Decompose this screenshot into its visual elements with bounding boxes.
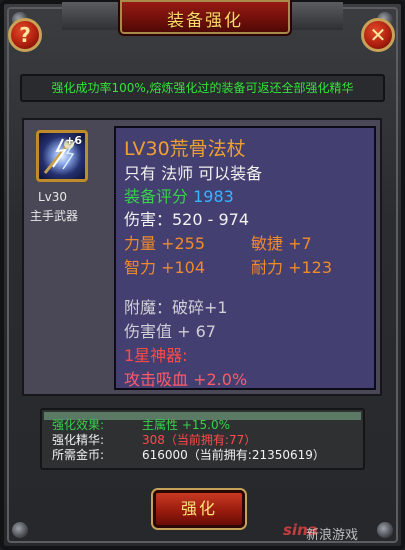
enhance-button[interactable]: 强化 (153, 490, 245, 528)
help-button[interactable]: ? (8, 18, 42, 52)
title-wing-right (283, 2, 343, 30)
item-slot-type: 主手武器 (30, 209, 79, 223)
close-icon: ✕ (369, 23, 387, 47)
damage-bonus: 伤害值 + 67 (124, 322, 216, 341)
enhance-stats-panel: 强化效果: 主属性 +15.0% 强化精华: 308（当前拥有:77） 所需金币… (40, 408, 365, 470)
enhance-level-badge: +6 (65, 134, 82, 147)
gold-label: 所需金币: (52, 448, 105, 462)
attr-stamina: 耐力 +123 (251, 258, 333, 277)
corner-stud (12, 522, 28, 538)
item-score: 装备评分 1983 (124, 183, 234, 207)
question-icon: ? (19, 23, 31, 47)
attr-agility: 敏捷 +7 (251, 234, 312, 253)
title-wing-left (62, 2, 122, 30)
title-banner: 装备强化 (118, 0, 292, 36)
enhance-button-label: 强化 (180, 499, 217, 518)
watermark-text: 新浪游戏 (306, 528, 359, 543)
item-info-box: LV30荒骨法杖 只有 法师 可以装备 装备评分 1983 伤害：520 - 9… (114, 126, 376, 390)
item-name: LV30荒骨法杖 (124, 138, 246, 160)
notice-text: 强化成功率100%,熔炼强化过的装备可返还全部强化精华 (51, 81, 354, 95)
score-label: 装备评分 (124, 187, 189, 206)
item-level: Lv30 (38, 190, 68, 204)
score-value: 1983 (193, 187, 234, 206)
window-title: 装备强化 (167, 11, 243, 31)
attr-strength: 力量 +255 (124, 234, 206, 253)
close-button[interactable]: ✕ (361, 18, 395, 52)
attr-intellect: 智力 +104 (124, 258, 206, 277)
item-slot[interactable]: +6 (36, 130, 88, 182)
notice-bar: 强化成功率100%,熔炼强化过的装备可返还全部强化精华 (20, 74, 385, 102)
class-requirement: 只有 法师 可以装备 (124, 164, 263, 183)
gold-value: 616000（当前拥有:21350619） (142, 448, 325, 462)
corner-stud (377, 522, 393, 538)
artifact-label: 1星神器: (124, 346, 188, 365)
artifact-effect: 攻击吸血 +2.0% (124, 370, 248, 389)
item-panel: +6 Lv30 主手武器 LV30荒骨法杖 只有 法师 可以装备 装备评分 19… (22, 118, 382, 396)
damage-range: 伤害：520 - 974 (124, 210, 250, 229)
enchant-line: 附魔：破碎+1 (124, 298, 228, 317)
